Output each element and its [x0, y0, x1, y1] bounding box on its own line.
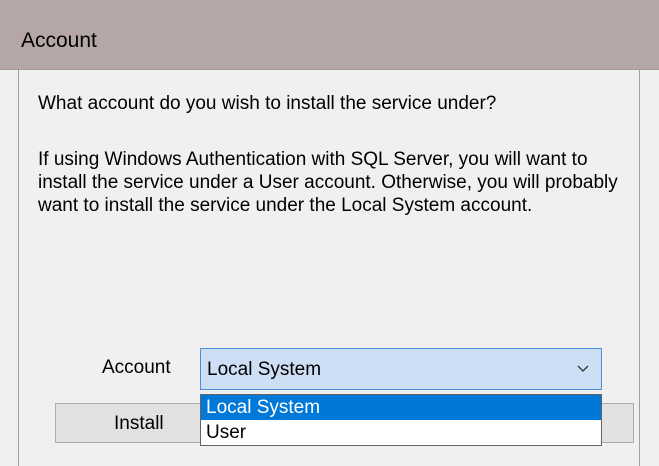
question-text: What account do you wish to install the … [38, 93, 497, 114]
chevron-down-icon[interactable] [575, 360, 591, 376]
account-dropdown-list[interactable]: Local System User [200, 394, 602, 446]
window-title: Account [21, 29, 97, 52]
install-button-label: Install [114, 413, 164, 434]
account-label: Account [102, 357, 171, 378]
option-local-system[interactable]: Local System [201, 395, 601, 420]
description-text: If using Windows Authentication with SQL… [38, 149, 618, 216]
account-selected-value: Local System [207, 359, 322, 380]
account-combobox[interactable]: Local System [200, 348, 602, 390]
install-button[interactable]: Install [55, 403, 205, 443]
secondary-button[interactable] [598, 403, 634, 443]
option-user[interactable]: User [201, 420, 601, 445]
title-bar: Account [0, 0, 659, 70]
